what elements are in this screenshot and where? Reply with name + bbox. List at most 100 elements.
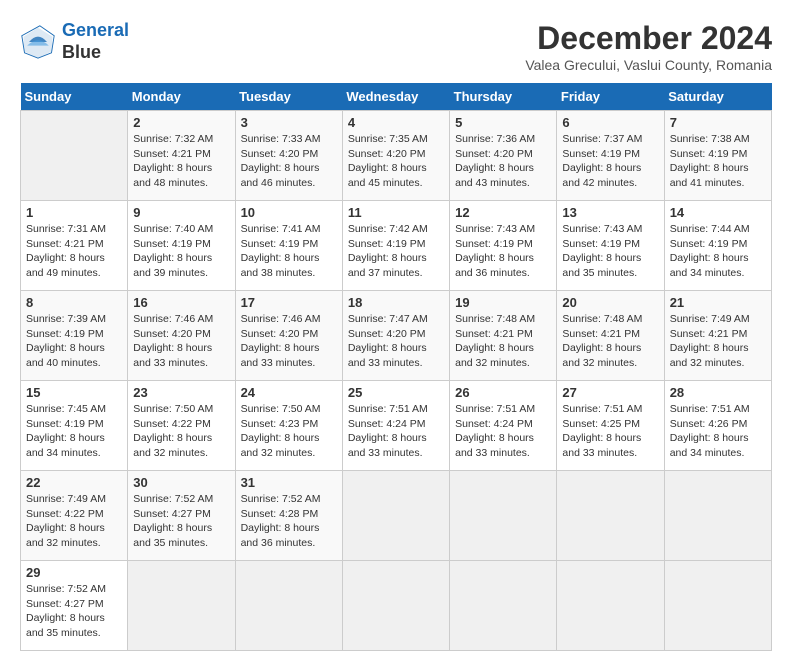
day-number: 2 (133, 115, 229, 130)
day-number: 18 (348, 295, 444, 310)
day-info: Sunrise: 7:49 AM Sunset: 4:21 PM Dayligh… (670, 312, 766, 371)
day-number: 6 (562, 115, 658, 130)
day-cell: 31Sunrise: 7:52 AM Sunset: 4:28 PM Dayli… (235, 471, 342, 561)
day-info: Sunrise: 7:42 AM Sunset: 4:19 PM Dayligh… (348, 222, 444, 281)
col-header-friday: Friday (557, 83, 664, 111)
day-info: Sunrise: 7:52 AM Sunset: 4:27 PM Dayligh… (133, 492, 229, 551)
day-number: 14 (670, 205, 766, 220)
day-cell (235, 561, 342, 651)
day-info: Sunrise: 7:51 AM Sunset: 4:26 PM Dayligh… (670, 402, 766, 461)
day-number: 23 (133, 385, 229, 400)
day-cell: 25Sunrise: 7:51 AM Sunset: 4:24 PM Dayli… (342, 381, 449, 471)
day-info: Sunrise: 7:31 AM Sunset: 4:21 PM Dayligh… (26, 222, 122, 281)
day-number: 3 (241, 115, 337, 130)
day-number: 7 (670, 115, 766, 130)
day-cell: 3 Sunrise: 7:33 AM Sunset: 4:20 PM Daylig… (235, 111, 342, 201)
day-number: 28 (670, 385, 766, 400)
day-cell (450, 561, 557, 651)
day-number: 22 (26, 475, 122, 490)
day-info: Sunrise: 7:51 AM Sunset: 4:25 PM Dayligh… (562, 402, 658, 461)
day-cell (128, 561, 235, 651)
day-cell: 16 Sunrise: 7:46 AM Sunset: 4:20 PM Dayli… (128, 291, 235, 381)
day-info: Sunrise: 7:44 AM Sunset: 4:19 PM Dayligh… (670, 222, 766, 281)
day-info: Sunrise: 7:40 AM Sunset: 4:19 PM Dayligh… (133, 222, 229, 281)
day-cell: 6Sunrise: 7:37 AM Sunset: 4:19 PM Daylig… (557, 111, 664, 201)
day-cell (342, 471, 449, 561)
day-info: Sunrise: 7:35 AM Sunset: 4:20 PM Dayligh… (348, 132, 444, 191)
day-number: 24 (241, 385, 337, 400)
day-cell: 21 Sunrise: 7:49 AM Sunset: 4:21 PM Dayli… (664, 291, 771, 381)
day-info: Sunrise: 7:41 AM Sunset: 4:19 PM Dayligh… (241, 222, 337, 281)
col-header-wednesday: Wednesday (342, 83, 449, 111)
day-info: Sunrise: 7:50 AM Sunset: 4:22 PM Dayligh… (133, 402, 229, 461)
day-cell: 20Sunrise: 7:48 AM Sunset: 4:21 PM Dayli… (557, 291, 664, 381)
day-cell (342, 561, 449, 651)
col-header-thursday: Thursday (450, 83, 557, 111)
week-row: 22 Sunrise: 7:49 AM Sunset: 4:22 PM Dayli… (21, 471, 772, 561)
day-number: 15 (26, 385, 122, 400)
col-header-sunday: Sunday (21, 83, 128, 111)
day-info: Sunrise: 7:36 AM Sunset: 4:20 PM Dayligh… (455, 132, 551, 191)
day-cell: 9Sunrise: 7:40 AM Sunset: 4:19 PM Daylig… (128, 201, 235, 291)
day-cell: 23 Sunrise: 7:50 AM Sunset: 4:22 PM Dayli… (128, 381, 235, 471)
week-row: 15 Sunrise: 7:45 AM Sunset: 4:19 PM Dayli… (21, 381, 772, 471)
week-row: 2 Sunrise: 7:32 AM Sunset: 4:21 PM Daylig… (21, 111, 772, 201)
day-info: Sunrise: 7:45 AM Sunset: 4:19 PM Dayligh… (26, 402, 122, 461)
day-number: 26 (455, 385, 551, 400)
day-cell: 27 Sunrise: 7:51 AM Sunset: 4:25 PM Dayli… (557, 381, 664, 471)
day-cell: 7 Sunrise: 7:38 AM Sunset: 4:19 PM Daylig… (664, 111, 771, 201)
day-number: 17 (241, 295, 337, 310)
logo-text: General Blue (62, 20, 129, 63)
logo: General Blue (20, 20, 129, 63)
day-cell: 12Sunrise: 7:43 AM Sunset: 4:19 PM Dayli… (450, 201, 557, 291)
day-number: 13 (562, 205, 658, 220)
day-cell (21, 111, 128, 201)
day-cell: 10 Sunrise: 7:41 AM Sunset: 4:19 PM Dayli… (235, 201, 342, 291)
location-subtitle: Valea Grecului, Vaslui County, Romania (525, 57, 772, 73)
day-cell (664, 561, 771, 651)
day-info: Sunrise: 7:32 AM Sunset: 4:21 PM Dayligh… (133, 132, 229, 191)
day-info: Sunrise: 7:51 AM Sunset: 4:24 PM Dayligh… (455, 402, 551, 461)
col-header-monday: Monday (128, 83, 235, 111)
day-info: Sunrise: 7:48 AM Sunset: 4:21 PM Dayligh… (562, 312, 658, 371)
col-header-saturday: Saturday (664, 83, 771, 111)
day-number: 19 (455, 295, 551, 310)
day-number: 11 (348, 205, 444, 220)
logo-line2: Blue (62, 42, 129, 64)
logo-line1: General (62, 20, 129, 40)
day-info: Sunrise: 7:50 AM Sunset: 4:23 PM Dayligh… (241, 402, 337, 461)
page-header: General Blue December 2024 Valea Greculu… (20, 20, 772, 73)
day-info: Sunrise: 7:33 AM Sunset: 4:20 PM Dayligh… (241, 132, 337, 191)
day-info: Sunrise: 7:52 AM Sunset: 4:28 PM Dayligh… (241, 492, 337, 551)
day-cell: 14 Sunrise: 7:44 AM Sunset: 4:19 PM Dayli… (664, 201, 771, 291)
week-row: 29Sunrise: 7:52 AM Sunset: 4:27 PM Dayli… (21, 561, 772, 651)
day-cell: 22 Sunrise: 7:49 AM Sunset: 4:22 PM Dayli… (21, 471, 128, 561)
day-cell: 4 Sunrise: 7:35 AM Sunset: 4:20 PM Daylig… (342, 111, 449, 201)
day-number: 21 (670, 295, 766, 310)
day-cell: 15 Sunrise: 7:45 AM Sunset: 4:19 PM Dayli… (21, 381, 128, 471)
day-info: Sunrise: 7:49 AM Sunset: 4:22 PM Dayligh… (26, 492, 122, 551)
day-info: Sunrise: 7:47 AM Sunset: 4:20 PM Dayligh… (348, 312, 444, 371)
day-cell: 28 Sunrise: 7:51 AM Sunset: 4:26 PM Dayli… (664, 381, 771, 471)
day-cell (450, 471, 557, 561)
week-row: 1 Sunrise: 7:31 AM Sunset: 4:21 PM Daylig… (21, 201, 772, 291)
day-cell: 26 Sunrise: 7:51 AM Sunset: 4:24 PM Dayli… (450, 381, 557, 471)
title-block: December 2024 Valea Grecului, Vaslui Cou… (525, 20, 772, 73)
day-number: 10 (241, 205, 337, 220)
day-number: 1 (26, 205, 122, 220)
day-cell: 17Sunrise: 7:46 AM Sunset: 4:20 PM Dayli… (235, 291, 342, 381)
day-cell: 30Sunrise: 7:52 AM Sunset: 4:27 PM Dayli… (128, 471, 235, 561)
day-info: Sunrise: 7:52 AM Sunset: 4:27 PM Dayligh… (26, 582, 122, 641)
day-number: 16 (133, 295, 229, 310)
day-info: Sunrise: 7:46 AM Sunset: 4:20 PM Dayligh… (133, 312, 229, 371)
logo-icon (20, 24, 56, 60)
day-info: Sunrise: 7:38 AM Sunset: 4:19 PM Dayligh… (670, 132, 766, 191)
day-cell: 13Sunrise: 7:43 AM Sunset: 4:19 PM Dayli… (557, 201, 664, 291)
col-header-tuesday: Tuesday (235, 83, 342, 111)
day-cell: 18 Sunrise: 7:47 AM Sunset: 4:20 PM Dayli… (342, 291, 449, 381)
day-number: 27 (562, 385, 658, 400)
week-row: 8Sunrise: 7:39 AM Sunset: 4:19 PM Daylig… (21, 291, 772, 381)
day-number: 4 (348, 115, 444, 130)
day-info: Sunrise: 7:39 AM Sunset: 4:19 PM Dayligh… (26, 312, 122, 371)
day-cell: 8Sunrise: 7:39 AM Sunset: 4:19 PM Daylig… (21, 291, 128, 381)
